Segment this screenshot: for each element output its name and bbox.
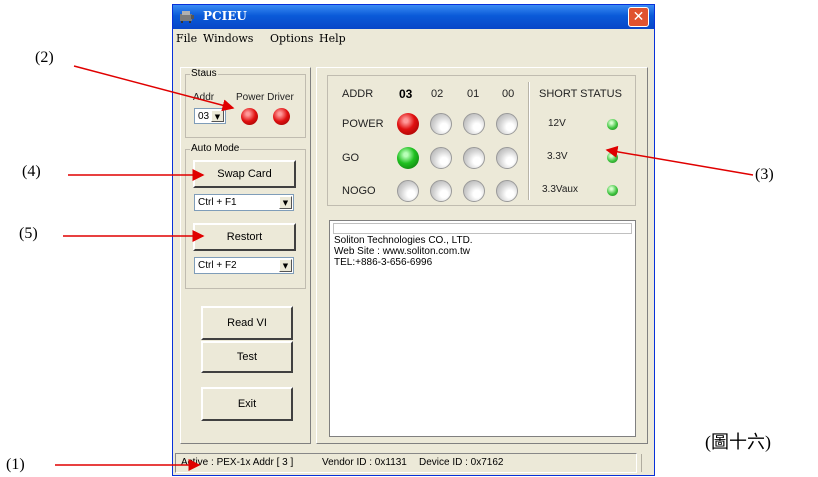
nogo-led-03: [397, 180, 419, 202]
status-group: [185, 74, 306, 138]
log-line-tel: TEL:+886-3-656-6996: [334, 257, 433, 268]
go-led-03: [397, 147, 419, 169]
callout-5: (5): [19, 225, 38, 242]
nogo-led-02: [430, 180, 452, 202]
short-12v-led: [607, 119, 618, 130]
power-row-label: POWER: [342, 118, 384, 130]
addr-col-03: 03: [399, 87, 413, 101]
addr-col-01: 01: [467, 88, 480, 100]
auto-mode-label: Auto Mode: [190, 143, 241, 154]
nogo-led-00: [496, 180, 518, 202]
short-12v-label: 12V: [548, 118, 566, 129]
window-title: PCIEU: [203, 9, 247, 23]
menu-file[interactable]: File: [176, 32, 197, 45]
power-led-01: [463, 113, 485, 135]
resize-grip-icon[interactable]: [641, 454, 652, 472]
power-led-03: [397, 113, 419, 135]
short-status-header: SHORT STATUS: [539, 88, 622, 100]
callout-1: (1): [6, 456, 25, 473]
addr-header: ADDR: [342, 88, 374, 100]
close-button[interactable]: ✕: [628, 7, 649, 27]
chevron-down-icon[interactable]: ▼: [279, 259, 292, 272]
chevron-down-icon[interactable]: ▼: [279, 196, 292, 209]
nogo-led-01: [463, 180, 485, 202]
status-bar: Active : PEX-1x Addr [ 3 ] Vendor ID : 0…: [173, 451, 654, 475]
callout-2: (2): [35, 49, 54, 66]
short-status-divider: [528, 82, 530, 200]
restort-hotkey-value: Ctrl + F2: [198, 260, 237, 271]
addr-col-02: 02: [431, 88, 444, 100]
swap-hotkey-select[interactable]: Ctrl + F1 ▼: [194, 194, 294, 211]
restort-hotkey-select[interactable]: Ctrl + F2 ▼: [194, 257, 294, 274]
right-panel: ADDR 03 02 01 00 POWER GO NOGO SHORT STA…: [316, 67, 648, 444]
addr-label: Addr: [193, 92, 215, 103]
go-led-00: [496, 147, 518, 169]
addr-select[interactable]: 03 ▼: [194, 108, 226, 124]
swap-hotkey-value: Ctrl + F1: [198, 197, 237, 208]
status-active: Active : PEX-1x Addr [ 3 ]: [181, 457, 294, 468]
restort-button[interactable]: Restort: [193, 223, 296, 251]
log-input-line[interactable]: [333, 223, 632, 234]
power-driver-label: Power Driver: [236, 92, 294, 103]
test-button[interactable]: Test: [201, 341, 293, 373]
power-led-00: [496, 113, 518, 135]
callout-4: (4): [22, 163, 41, 180]
figure-caption: (圖十六): [705, 432, 771, 452]
log-textbox[interactable]: Soliton Technologies CO., LTD. Web Site …: [329, 220, 636, 437]
power-indicator-led: [241, 108, 258, 125]
status-vendor-id: Vendor ID : 0x1131: [322, 457, 407, 468]
short-3v3-label: 3.3V: [547, 151, 568, 162]
go-led-02: [430, 147, 452, 169]
log-line-company: Soliton Technologies CO., LTD.: [334, 235, 473, 246]
chevron-down-icon[interactable]: ▼: [211, 110, 224, 122]
go-row-label: GO: [342, 152, 360, 164]
power-led-02: [430, 113, 452, 135]
app-window: PCIEU ✕ File Windows Options Help Staus …: [172, 4, 655, 476]
swap-card-button[interactable]: Swap Card: [193, 160, 296, 188]
menu-help[interactable]: Help: [319, 32, 346, 45]
callout-3: (3): [755, 166, 774, 183]
addr-col-00: 00: [502, 88, 515, 100]
title-bar[interactable]: PCIEU ✕: [173, 5, 654, 29]
nogo-row-label: NOGO: [342, 185, 376, 197]
status-device-id: Device ID : 0x7162: [419, 457, 504, 468]
app-icon: [180, 11, 194, 23]
menu-options[interactable]: Options: [270, 32, 313, 45]
short-3v3aux-led: [607, 185, 618, 196]
log-line-website: Web Site : www.soliton.com.tw: [334, 246, 470, 257]
menu-bar: File Windows Options Help: [173, 29, 654, 47]
read-vi-button[interactable]: Read VI: [201, 306, 293, 340]
short-3v3aux-label: 3.3Vaux: [542, 184, 578, 195]
menu-windows[interactable]: Windows: [203, 32, 253, 45]
addr-select-value: 03: [198, 111, 210, 122]
driver-indicator-led: [273, 108, 290, 125]
status-group-label: Staus: [190, 68, 218, 79]
exit-button[interactable]: Exit: [201, 387, 293, 421]
short-3v3-led: [607, 152, 618, 163]
left-control-panel: Staus Addr Power Driver 03 ▼ Auto Mode S…: [180, 67, 311, 444]
go-led-01: [463, 147, 485, 169]
